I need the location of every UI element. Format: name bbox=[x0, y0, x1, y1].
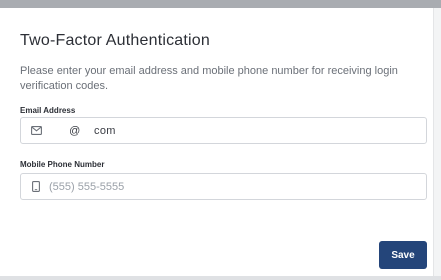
mobile-phone-icon bbox=[29, 181, 43, 192]
dialog-title: Two-Factor Authentication bbox=[20, 32, 210, 49]
email-label: Email Address bbox=[20, 106, 76, 115]
save-button[interactable]: Save bbox=[379, 241, 427, 269]
scrollbar-track[interactable] bbox=[433, 8, 441, 280]
dialog-bottom-edge bbox=[0, 276, 441, 280]
email-input-value[interactable]: @ com bbox=[49, 125, 116, 137]
dialog-top-border bbox=[0, 0, 441, 8]
phone-label: Mobile Phone Number bbox=[20, 160, 105, 169]
two-factor-dialog: Two-Factor Authentication Please enter y… bbox=[0, 0, 441, 280]
email-field[interactable]: @ com bbox=[20, 117, 427, 144]
phone-input[interactable] bbox=[49, 180, 409, 193]
dialog-description: Please enter your email address and mobi… bbox=[20, 65, 398, 92]
envelope-icon bbox=[29, 126, 43, 135]
phone-field[interactable] bbox=[20, 173, 427, 200]
